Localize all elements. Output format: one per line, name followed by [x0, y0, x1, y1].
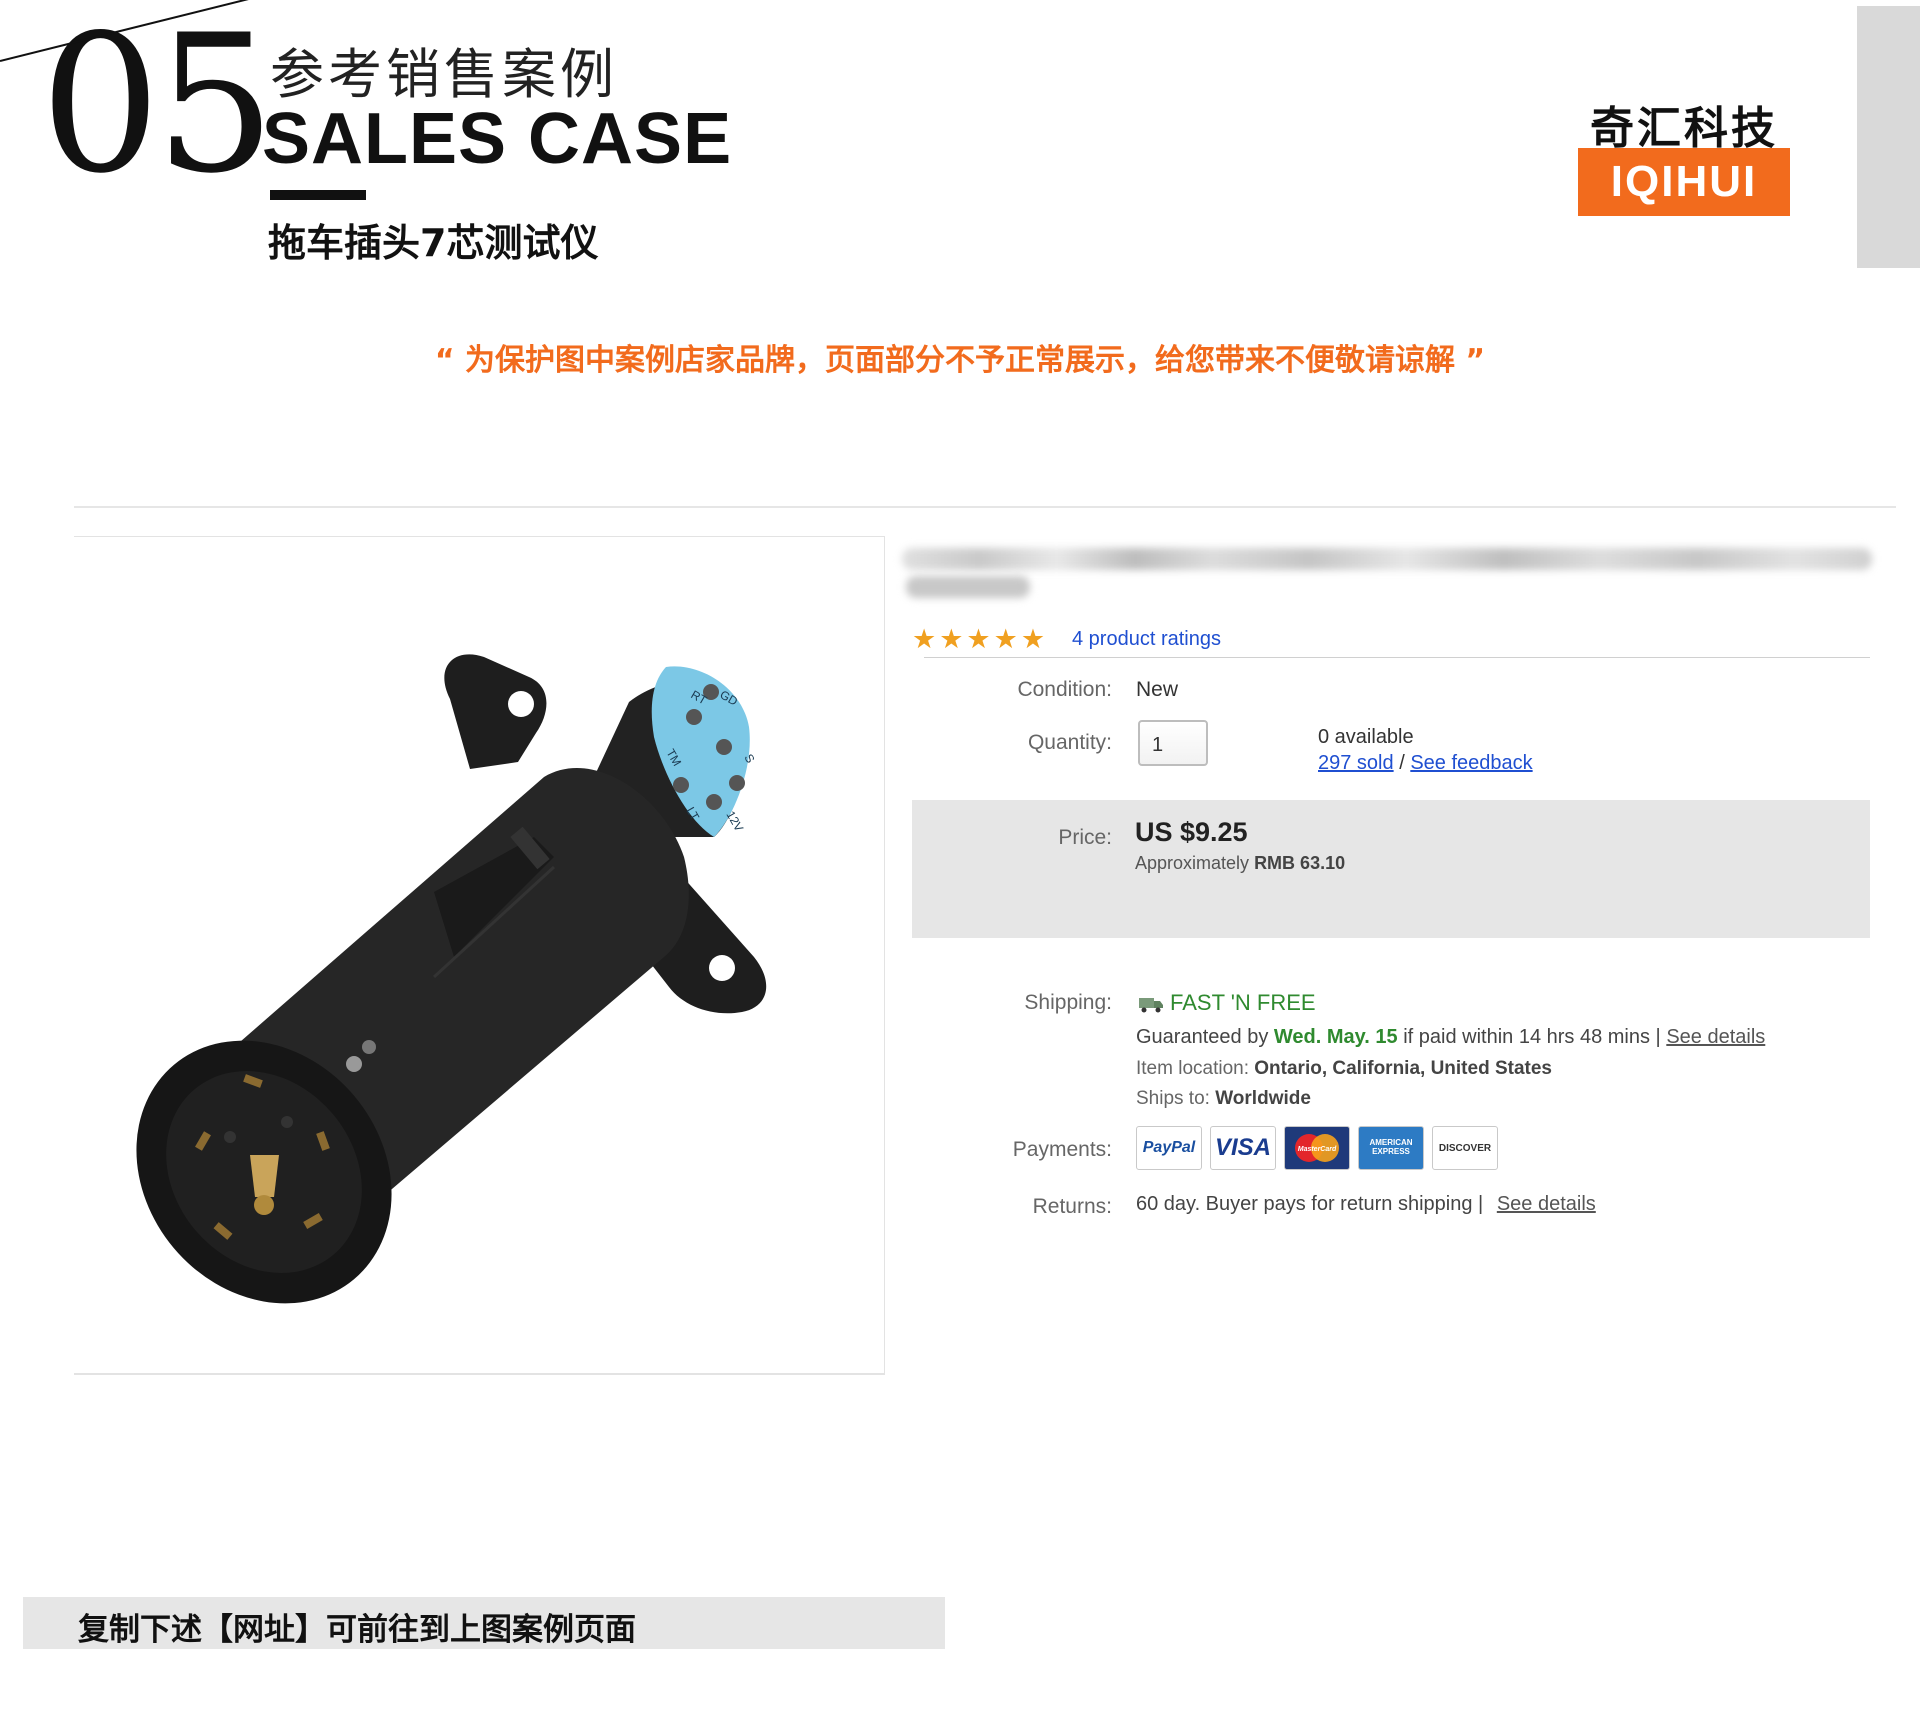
shipping-label: Shipping: [1024, 991, 1112, 1014]
returns-label: Returns: [1032, 1195, 1112, 1218]
payment-methods: PayPal VISA MasterCard AMERICAN EXPRESS … [1136, 1126, 1516, 1172]
brand-name-cn: 奇汇科技 [1590, 103, 1778, 154]
redacted-product-title [902, 534, 1874, 604]
visa-icon: VISA [1210, 1126, 1276, 1170]
ships-to-label: Ships to: [1136, 1088, 1210, 1109]
price-label: Price: [1058, 826, 1112, 849]
amex-icon: AMERICAN EXPRESS [1358, 1126, 1424, 1170]
approx-prefix: Approximately [1135, 853, 1250, 873]
approx-value: RMB 63.10 [1254, 853, 1346, 873]
brand-protection-notice: “ 为保护图中案例店家品牌，页面部分不予正常展示，给您带来不便敬请谅解 ” [434, 343, 1486, 378]
discover-icon: DISCOVER [1432, 1126, 1498, 1170]
ratings-divider [924, 657, 1870, 658]
price-panel [912, 800, 1870, 938]
item-location-label: Item location: [1136, 1058, 1249, 1079]
approx-price: Approximately RMB 63.10 [1135, 853, 1345, 874]
returns-value: 60 day. Buyer pays for return shipping | [1136, 1193, 1484, 1215]
quantity-input[interactable]: 1 [1138, 720, 1208, 766]
truck-icon [1139, 998, 1163, 1013]
condition-label: Condition: [1017, 678, 1112, 701]
rating-stars: ★★★★★ [912, 624, 1049, 655]
screenshot-top-rule [74, 506, 1896, 508]
guaranteed-prefix: Guaranteed by [1136, 1026, 1269, 1048]
ships-to-row: Ships to: Worldwide [1136, 1088, 1311, 1110]
brand-logo-box: IQIHUI [1578, 148, 1790, 216]
available-count: 0 available [1318, 726, 1414, 748]
guaranteed-suffix: if paid within 14 hrs 48 mins | [1403, 1026, 1661, 1048]
side-gray-bar [1857, 6, 1920, 268]
mastercard-circles: MasterCard [1295, 1134, 1339, 1162]
product-ratings-link[interactable]: 4 product ratings [1072, 628, 1221, 651]
quantity-label: Quantity: [1027, 731, 1112, 754]
mastercard-icon: MasterCard [1284, 1126, 1350, 1170]
section-number: 05 [40, 0, 276, 215]
section-title-en: SALES CASE [262, 99, 733, 179]
guaranteed-row: Guaranteed by Wed. May. 15 if paid withi… [1136, 1026, 1765, 1049]
condition-value: New [1136, 678, 1179, 701]
fast-n-free-text: FAST 'N FREE [1170, 990, 1316, 1015]
product-subtitle: 拖车插头7芯测试仪 [268, 221, 599, 265]
sold-feedback-row: 297 sold / See feedback [1318, 752, 1533, 775]
shipping-see-details-link[interactable]: See details [1666, 1026, 1765, 1048]
returns-row: 60 day. Buyer pays for return shipping |… [1136, 1193, 1596, 1216]
guaranteed-date: Wed. May. 15 [1273, 1026, 1398, 1048]
product-image-panel: RT GD TM S LT 12V [74, 536, 885, 1375]
trailer-plug-tester-image: RT GD TM S LT 12V [136, 654, 767, 1304]
paypal-icon: PayPal [1136, 1126, 1202, 1170]
sold-count-link[interactable]: 297 sold [1318, 752, 1394, 774]
returns-see-details-link[interactable]: See details [1497, 1193, 1596, 1215]
payments-label: Payments: [1012, 1138, 1112, 1161]
see-feedback-link[interactable]: See feedback [1410, 752, 1532, 774]
mastercard-label: MasterCard [1298, 1146, 1337, 1153]
sold-separator: / [1399, 752, 1405, 774]
footer-instruction: 复制下述【网址】可前往到上图案例页面 [78, 1612, 636, 1648]
ships-to-value: Worldwide [1215, 1088, 1311, 1109]
item-location-row: Item location: Ontario, California, Unit… [1136, 1058, 1552, 1080]
shipping-method: FAST 'N FREE [1138, 990, 1316, 1016]
item-location-value: Ontario, California, United States [1254, 1058, 1552, 1079]
price-value: US $9.25 [1135, 817, 1248, 847]
title-underline-bar [270, 190, 366, 200]
